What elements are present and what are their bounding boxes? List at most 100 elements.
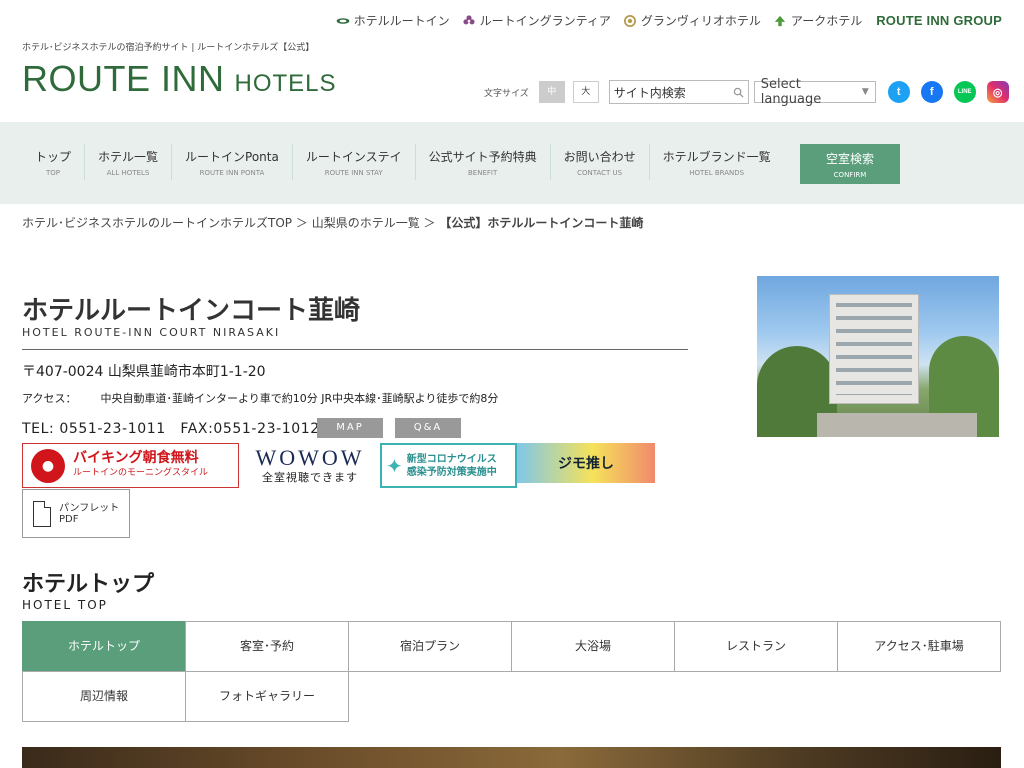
covid-line1: 新型コロナウイルス <box>406 453 497 465</box>
tab-restaurant[interactable]: レストラン <box>674 621 838 672</box>
pamphlet-label: パンフレット PDF <box>59 503 119 525</box>
viking-title-text: バイキング朝食無料 <box>73 449 199 466</box>
viking-sub: ルートインのモーニングスタイル <box>73 467 209 478</box>
viking-breakfast-banner[interactable]: ● バイキング朝食無料 ルートインのモーニングスタイル <box>22 443 239 488</box>
breadcrumb-prefecture[interactable]: 山梨県のホテル一覧 <box>312 216 420 230</box>
nav-item-all-hotels[interactable]: ホテル一覧 ALL HOTELS <box>85 144 173 180</box>
ark-hotel-icon <box>774 15 786 26</box>
tab-plans[interactable]: 宿泊プラン <box>348 621 512 672</box>
nav-sublabel: CONTACT US <box>577 169 623 177</box>
covid-line2: 感染予防対策実施中 <box>406 466 497 478</box>
grantia-flower-icon <box>463 14 475 24</box>
nav-sublabel: TOP <box>46 169 61 177</box>
nav-sublabel: ROUTE INN PONTA <box>199 169 265 177</box>
facebook-icon[interactable]: f <box>920 81 943 103</box>
confirm-label: 空室検索 <box>825 152 874 166</box>
jimo-oshi-banner[interactable]: ジモ推し <box>517 443 655 483</box>
pamphlet-line2: PDF <box>59 513 79 525</box>
qa-button[interactable]: Q&A <box>395 418 461 438</box>
route-inn-hotels-logo[interactable]: ROUTE INN HOTELS <box>22 58 337 100</box>
global-nav: トップ TOP ホテル一覧 ALL HOTELS ルートインPonta ROUTE I… <box>0 122 1024 204</box>
brand-link-ark[interactable]: アークホテル <box>773 12 862 29</box>
photo-road <box>817 413 977 437</box>
font-size-medium-button[interactable]: 中 <box>538 81 565 103</box>
brand-link-granvillio[interactable]: グランヴィリオホテル <box>623 12 761 29</box>
section-subtitle: HOTEL TOP <box>22 598 108 612</box>
granvillio-emblem-icon <box>623 14 636 27</box>
nav-sublabel: BENEFIT <box>468 169 498 177</box>
access-text: 中央自動車道･韮崎インターより車で約10分 JR中央本線･韮崎駅より徒歩で約8分 <box>100 392 499 405</box>
nav-label: ルートインステイ <box>305 150 402 164</box>
breadcrumb: ホテル･ビジネスホテルのルートインホテルズTOP ＞ 山梨県のホテル一覧 ＞ 【… <box>22 214 643 231</box>
search-icon[interactable] <box>733 87 744 98</box>
breadcrumb-current: 【公式】ホテルルートインコート韮崎 <box>439 216 644 230</box>
language-select[interactable]: Select language ▼ <box>753 77 876 107</box>
nav-label: ホテルブランド一覧 <box>662 150 771 164</box>
tab-hotel-top[interactable]: ホテルトップ <box>22 621 186 672</box>
route-inn-leaf-icon <box>336 17 349 24</box>
tab-bath[interactable]: 大浴場 <box>511 621 675 672</box>
covid-text: 新型コロナウイルス 感染予防対策実施中 <box>407 453 497 479</box>
nav-label: 公式サイト予約特典 <box>428 150 537 164</box>
utility-bar: 文字サイズ 中 大 サイト内検索 Select language ▼ t f L… <box>484 77 1009 107</box>
dropdown-arrow-icon: ▼ <box>861 87 869 97</box>
breadcrumb-sep: ＞ <box>295 216 308 230</box>
instagram-icon[interactable]: ◎ <box>986 81 1009 103</box>
brand-label: グランヴィリオホテル <box>640 14 761 28</box>
hotel-name: ホテルルートインコート韮崎 <box>22 296 361 326</box>
vacancy-search-button[interactable]: 空室検索 CONFIRM <box>800 144 900 184</box>
wowow-banner[interactable]: WOWOW 全室視聴できます <box>245 443 375 488</box>
brand-label: アークホテル <box>790 14 863 28</box>
document-icon <box>33 500 51 527</box>
font-size-label: 文字サイズ <box>484 88 529 99</box>
viking-title: バイキング朝食無料 ルートインのモーニングスタイル <box>73 449 209 481</box>
site-tagline: ホテル･ビジネスホテルの宿泊予約サイト | ルートインホテルズ【公式】 <box>22 43 315 53</box>
nav-item-contact[interactable]: お問い合わせ CONTACT US <box>551 144 650 180</box>
confirm-sublabel: CONFIRM <box>833 171 867 179</box>
tab-access[interactable]: アクセス･駐車場 <box>837 621 1001 672</box>
hotel-name-en: HOTEL ROUTE-INN COURT NIRASAKI <box>22 326 281 339</box>
breadcrumb-sep: ＞ <box>423 216 436 230</box>
route-inn-group-logo[interactable]: ROUTE INN GROUP <box>876 13 1002 28</box>
twitter-icon[interactable]: t <box>887 81 910 103</box>
social-links: t f LINE ◎ <box>887 81 1009 103</box>
brand-link-route-inn[interactable]: ホテルルートイン <box>336 12 450 29</box>
logo-sub: HOTELS <box>234 70 337 97</box>
brand-links: ホテルルートイン ルートイングランティア グランヴィリオホテル アークホテル R… <box>336 12 1002 29</box>
language-select-value: Select language <box>760 77 822 107</box>
brand-link-grantia[interactable]: ルートイングランティア <box>462 12 611 29</box>
hotel-photo <box>757 276 999 437</box>
map-button[interactable]: MAP <box>317 418 383 438</box>
brand-label: ホテルルートイン <box>353 14 450 28</box>
pamphlet-pdf-button[interactable]: パンフレット PDF <box>22 489 130 538</box>
nav-label: お問い合わせ <box>563 150 636 164</box>
logo-main: ROUTE INN <box>22 58 225 99</box>
nav-item-benefit[interactable]: 公式サイト予約特典 BENEFIT <box>416 144 551 180</box>
hotel-access: アクセス： 中央自動車道･韮崎インターより車で約10分 JR中央本線･韮崎駅より徒… <box>22 390 498 406</box>
title-divider <box>22 349 688 350</box>
nav-sublabel: ALL HOTELS <box>106 169 150 177</box>
access-label: アクセス： <box>22 392 77 405</box>
site-search-input[interactable]: サイト内検索 <box>608 80 749 104</box>
nav-label: ホテル一覧 <box>98 150 159 164</box>
tab-rooms[interactable]: 客室･予約 <box>185 621 349 672</box>
font-size-large-button[interactable]: 大 <box>572 81 599 103</box>
line-icon[interactable]: LINE <box>953 81 976 103</box>
nav-item-ponta[interactable]: ルートインPonta ROUTE INN PONTA <box>172 144 293 180</box>
nav-item-brands[interactable]: ホテルブランド一覧 HOTEL BRANDS <box>650 144 784 180</box>
pamphlet-line1: パンフレット <box>59 502 120 514</box>
hero-image <box>22 747 1001 768</box>
nav-item-top[interactable]: トップ TOP <box>22 144 86 180</box>
breadcrumb-home[interactable]: ホテル･ビジネスホテルのルートインホテルズTOP <box>22 216 292 230</box>
hotel-phone[interactable]: TEL: 0551-23-1011 FAX:0551-23-1012 <box>22 418 320 438</box>
tab-surroundings[interactable]: 周辺情報 <box>22 671 186 722</box>
search-placeholder: サイト内検索 <box>613 85 686 100</box>
sparkle-icon: ✦ <box>386 453 403 478</box>
wowow-sub: 全室視聴できます <box>262 471 358 484</box>
brand-label: ルートイングランティア <box>479 14 611 28</box>
covid-measures-banner[interactable]: ✦ 新型コロナウイルス 感染予防対策実施中 <box>380 443 517 488</box>
tab-photo-gallery[interactable]: フォトギャラリー <box>185 671 349 722</box>
section-title: ホテルトップ <box>22 572 155 597</box>
nav-item-stay[interactable]: ルートインステイ ROUTE INN STAY <box>293 144 416 180</box>
hotel-address: 〒407-0024 山梨県韮崎市本町1-1-20 <box>22 364 266 380</box>
